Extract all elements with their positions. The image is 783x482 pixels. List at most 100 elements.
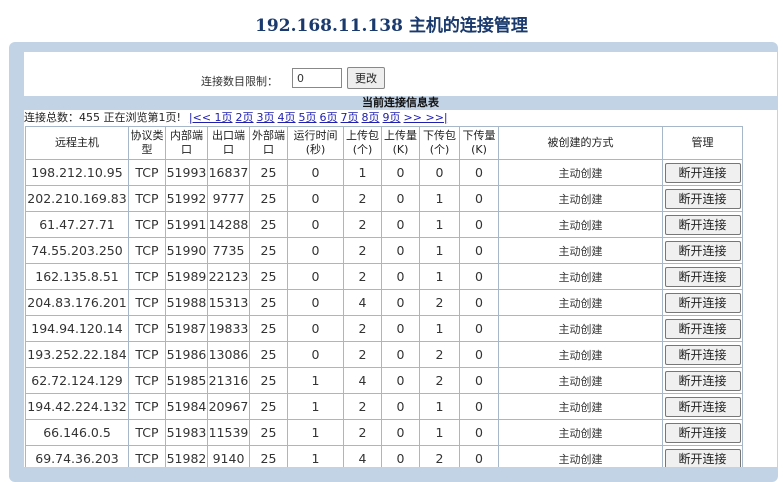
change-limit-button[interactable]: 更改: [347, 67, 385, 89]
table-cell: 51992: [165, 185, 208, 212]
connection-limit-label: 连接数目限制：: [201, 75, 278, 88]
table-header-row: 远程主机 协议类型 内部端口 出口端口 外部端口 运行时间(秒) 上传包(个) 上传量(K) 下…: [25, 126, 743, 160]
disconnect-button[interactable]: 断开连接: [664, 396, 741, 417]
table-cell: 2: [419, 445, 460, 467]
table-cell: 0: [459, 419, 499, 446]
pagination-bar: 连接总数：455 正在浏览第1页! |<< 1页 2页 3页 4页 5页 6页 7页 8页 9页 >…: [24, 111, 777, 125]
connection-limit-input[interactable]: [292, 68, 342, 88]
table-cell: 2: [343, 237, 382, 264]
table-cell: 25: [249, 159, 288, 186]
table-cell: 1: [419, 211, 460, 238]
column-header: 下传包(个): [419, 126, 460, 160]
disconnect-button[interactable]: 断开连接: [664, 188, 741, 209]
table-cell: 0: [459, 315, 499, 342]
table-cell: 0: [381, 315, 420, 342]
table-cell: 19833: [207, 315, 250, 342]
table-cell: 0: [459, 393, 499, 420]
table-cell: 25: [249, 341, 288, 368]
table-cell: 0: [381, 159, 420, 186]
disconnect-button[interactable]: 断开连接: [664, 240, 741, 261]
table-row: 61.47.27.71 TCP 51991 14288 25 0 2 0 1 0 主动创建 断开连接: [25, 211, 743, 238]
table-cell: 51984: [165, 393, 208, 420]
table-row: 69.74.36.203 TCP 51982 9140 25 1 4 0 2 0 主动创建 断开连接: [25, 445, 743, 467]
table-cell: 主动创建: [498, 185, 663, 212]
disconnect-button[interactable]: 断开连接: [664, 318, 741, 339]
table-cell: 66.146.0.5: [25, 419, 129, 446]
table-cell: 0: [287, 159, 344, 186]
table-cell: 51990: [165, 237, 208, 264]
table-cell: 0: [381, 289, 420, 316]
connection-summary: 连接总数：455 正在浏览第1页!: [24, 111, 181, 124]
table-cell: 25: [249, 211, 288, 238]
table-cell: 0: [459, 289, 499, 316]
table-cell: TCP: [128, 315, 166, 342]
disconnect-button[interactable]: 断开连接: [664, 344, 741, 365]
table-cell: 主动创建: [498, 315, 663, 342]
table-row: 74.55.203.250 TCP 51990 7735 25 0 2 0 1 0 主动创建 断开连接: [25, 237, 743, 264]
table-cell: 0: [287, 289, 344, 316]
disconnect-button[interactable]: 断开连接: [664, 266, 741, 287]
disconnect-button[interactable]: 断开连接: [664, 292, 741, 313]
table-cell: 9140: [207, 445, 250, 467]
table-cell: 0: [381, 393, 420, 420]
action-cell: 断开连接: [662, 237, 743, 264]
page-link[interactable]: 6页: [320, 111, 338, 124]
table-cell: 1: [419, 185, 460, 212]
disconnect-button[interactable]: 断开连接: [664, 214, 741, 235]
page-link[interactable]: 3页: [257, 111, 275, 124]
table-cell: 0: [287, 315, 344, 342]
page-link[interactable]: |<< 1页: [189, 111, 233, 124]
table-cell: TCP: [128, 367, 166, 394]
table-cell: 62.72.124.129: [25, 367, 129, 394]
disconnect-button[interactable]: 断开连接: [664, 448, 741, 467]
page-link[interactable]: 2页: [236, 111, 254, 124]
table-cell: 202.210.169.83: [25, 185, 129, 212]
table-cell: 主动创建: [498, 445, 663, 467]
table-cell: 14288: [207, 211, 250, 238]
disconnect-button[interactable]: 断开连接: [664, 162, 741, 183]
page-link[interactable]: 4页: [278, 111, 296, 124]
page-link[interactable]: >> >>|: [404, 111, 448, 124]
page-link[interactable]: 7页: [341, 111, 359, 124]
table-cell: 0: [419, 159, 460, 186]
action-cell: 断开连接: [662, 263, 743, 290]
table-cell: 25: [249, 315, 288, 342]
table-cell: TCP: [128, 341, 166, 368]
disconnect-button[interactable]: 断开连接: [664, 370, 741, 391]
table-cell: 193.252.22.184: [25, 341, 129, 368]
table-cell: 25: [249, 185, 288, 212]
column-header: 外部端口: [249, 126, 288, 160]
table-cell: 0: [381, 263, 420, 290]
table-cell: 16837: [207, 159, 250, 186]
page-link[interactable]: 5页: [299, 111, 317, 124]
table-cell: 主动创建: [498, 419, 663, 446]
table-cell: 51989: [165, 263, 208, 290]
action-cell: 断开连接: [662, 419, 743, 446]
table-row: 202.210.169.83 TCP 51992 9777 25 0 2 0 1 0 主动创建 断开连…: [25, 185, 743, 212]
table-cell: 2: [343, 419, 382, 446]
table-cell: 51983: [165, 419, 208, 446]
table-cell: 1: [287, 367, 344, 394]
column-header: 下传量(K): [459, 126, 499, 160]
connection-limit-row: 连接数目限制： 更改: [24, 66, 777, 92]
table-row: 194.94.120.14 TCP 51987 19833 25 0 2 0 1 0 主动创建 断开连…: [25, 315, 743, 342]
table-cell: 162.135.8.51: [25, 263, 129, 290]
page-link[interactable]: 8页: [362, 111, 380, 124]
table-cell: 9777: [207, 185, 250, 212]
table-cell: TCP: [128, 289, 166, 316]
column-header: 协议类型: [128, 126, 166, 160]
column-header: 运行时间(秒): [287, 126, 344, 160]
connection-table: 远程主机 协议类型 内部端口 出口端口 外部端口 运行时间(秒) 上传包(个) 上传量(K) 下…: [25, 126, 743, 467]
table-cell: 198.212.10.95: [25, 159, 129, 186]
column-header: 管理: [662, 126, 743, 160]
table-cell: TCP: [128, 237, 166, 264]
page-link[interactable]: 9页: [383, 111, 401, 124]
disconnect-button[interactable]: 断开连接: [664, 422, 741, 443]
table-cell: 21316: [207, 367, 250, 394]
action-cell: 断开连接: [662, 159, 743, 186]
table-cell: 0: [459, 445, 499, 467]
table-cell: 51982: [165, 445, 208, 467]
table-cell: 2: [343, 211, 382, 238]
table-body: 198.212.10.95 TCP 51993 16837 25 0 1 0 0 0 主动创建 断开连…: [25, 159, 743, 467]
table-cell: 1: [287, 419, 344, 446]
